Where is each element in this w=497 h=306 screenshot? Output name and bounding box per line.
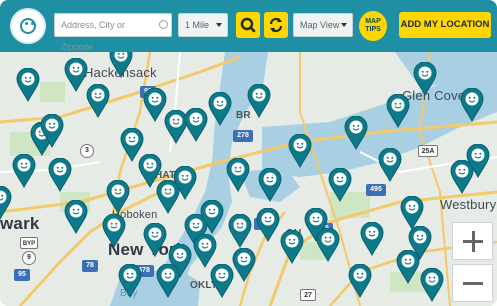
smiley-marker-icon[interactable] — [184, 108, 208, 142]
route-shield: 3 — [80, 144, 94, 158]
smiley-marker-icon[interactable] — [316, 228, 340, 262]
smiley-marker-icon[interactable] — [400, 196, 424, 230]
smiley-marker-icon[interactable] — [208, 92, 232, 126]
route-shield: 78 — [82, 260, 98, 272]
smiley-marker-icon[interactable] — [258, 168, 282, 202]
smiley-marker-icon[interactable] — [106, 180, 130, 214]
smiley-marker-icon[interactable] — [210, 264, 234, 298]
smiley-marker-icon[interactable] — [12, 154, 36, 188]
chevron-down-icon — [216, 23, 222, 27]
search-button[interactable] — [236, 12, 260, 38]
smiley-marker-icon[interactable] — [328, 168, 352, 202]
refresh-icon — [269, 17, 283, 33]
smiley-marker-icon[interactable] — [143, 223, 167, 257]
smiley-marker-icon[interactable] — [256, 208, 280, 242]
smiley-marker-icon[interactable] — [413, 62, 437, 96]
smiley-marker-icon[interactable] — [386, 94, 410, 128]
smiley-marker-icon[interactable] — [226, 158, 250, 192]
map-canvas[interactable]: Hackensack Glen Cove HATTAN wark New Yor… — [0, 52, 497, 306]
route-shield: 27 — [300, 289, 316, 301]
view-select[interactable]: Map View — [293, 13, 353, 37]
smiley-marker-icon[interactable] — [360, 222, 384, 256]
chevron-down-icon — [341, 23, 347, 27]
smiley-marker-icon[interactable] — [193, 234, 217, 268]
route-shield: 95 — [14, 269, 30, 281]
locate-target-icon[interactable] — [159, 20, 168, 29]
smiley-marker-icon[interactable] — [378, 148, 402, 182]
refresh-button[interactable] — [264, 12, 288, 38]
smiley-marker-icon[interactable] — [0, 186, 12, 220]
map-label-westbury: Westbury — [440, 197, 497, 212]
app-frame: Address, City or Zipcode 1 Mile Map View — [0, 0, 497, 306]
smiley-marker-icon[interactable] — [420, 268, 444, 302]
smiley-marker-icon[interactable] — [48, 158, 72, 192]
smiley-marker-icon[interactable] — [232, 248, 256, 282]
smiley-marker-icon[interactable] — [109, 52, 133, 78]
view-select-value: Map View — [300, 20, 340, 30]
route-shield: 495 — [366, 184, 386, 196]
smiley-marker-icon[interactable] — [460, 88, 484, 122]
smiley-marker-icon[interactable] — [348, 264, 372, 298]
search-icon — [240, 17, 256, 33]
smiley-marker-icon[interactable] — [466, 144, 490, 178]
map-tips-button[interactable]: MAP TIPS — [359, 9, 387, 43]
smiley-marker-icon[interactable] — [156, 180, 180, 214]
smiley-marker-icon[interactable] — [102, 214, 126, 248]
zoom-in-button[interactable] — [452, 222, 493, 260]
smiley-marker-icon[interactable] — [280, 230, 304, 264]
route-shield: BYP — [20, 237, 38, 249]
smiley-marker-icon[interactable] — [156, 264, 180, 298]
radius-select[interactable]: 1 Mile — [178, 13, 228, 37]
map-tips-line1: MAP — [365, 18, 381, 25]
route-shield: 25A — [418, 145, 438, 157]
top-toolbar: Address, City or Zipcode 1 Mile Map View — [0, 0, 497, 52]
smiley-marker-icon[interactable] — [64, 200, 88, 234]
route-shield: 278 — [233, 130, 253, 142]
smiley-marker-icon[interactable] — [228, 214, 252, 248]
smiley-marker-icon[interactable] — [200, 200, 224, 234]
smiley-marker-icon[interactable] — [344, 116, 368, 150]
smiley-marker-icon[interactable] — [247, 84, 271, 118]
route-shield: 9 — [22, 251, 36, 265]
search-input[interactable]: Address, City or Zipcode — [54, 13, 172, 52]
smiley-marker-icon[interactable] — [288, 134, 312, 168]
smiley-marker-icon[interactable] — [64, 58, 88, 92]
smiley-marker-icon[interactable] — [16, 68, 40, 102]
add-my-location-button[interactable]: ADD MY LOCATION — [399, 12, 491, 38]
radius-select-value: 1 Mile — [185, 20, 210, 30]
smiley-logo-icon[interactable] — [10, 8, 46, 44]
smiley-marker-icon[interactable] — [396, 250, 420, 284]
zoom-out-button[interactable] — [452, 264, 493, 302]
smiley-marker-icon[interactable] — [86, 84, 110, 118]
smiley-marker-icon[interactable] — [118, 264, 142, 298]
map-tips-line2: TIPS — [365, 26, 381, 33]
smiley-marker-icon[interactable] — [40, 114, 64, 148]
